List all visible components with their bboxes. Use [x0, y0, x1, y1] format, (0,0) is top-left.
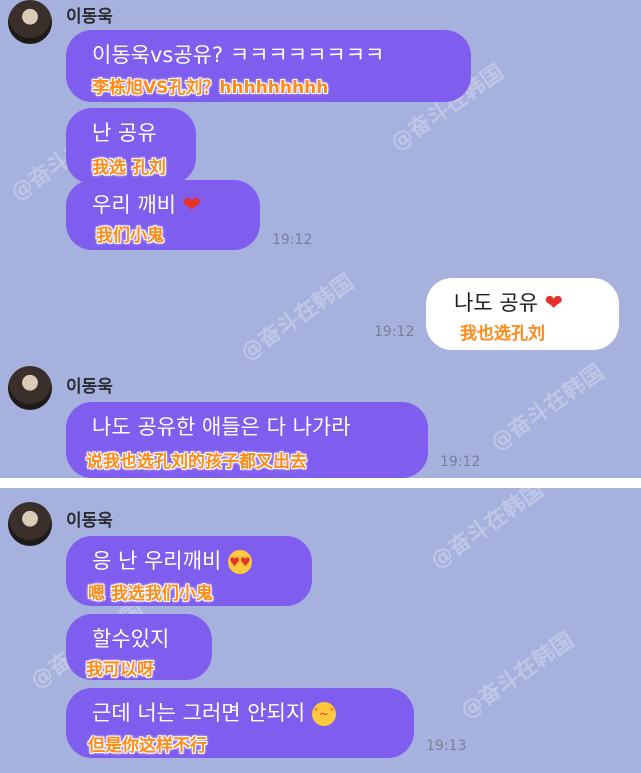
chat-panel-2: @奋斗在韩国 @奋斗在韩国 @奋斗在韩国 이동욱 응 난 우리깨비 ♥♥ 嗯 我… [0, 488, 641, 773]
avatar[interactable] [8, 366, 52, 410]
sender-name: 이동욱 [66, 7, 113, 27]
message-translation: 说我也选孔刘的孩子都叉出去 [86, 452, 307, 472]
red-heart-emoji-icon: ❤ [544, 291, 564, 316]
message-text: 나도 공유 [454, 291, 538, 315]
avatar[interactable] [8, 502, 52, 546]
message-text: 나도 공유한 애들은 다 나가라 [92, 415, 351, 439]
message-translation: 但是你这样不行 [88, 736, 207, 756]
timestamp: 19:12 [374, 324, 415, 340]
message-translation: 嗯 我选我们小鬼 [88, 584, 213, 604]
message-translation: 李栋旭VS孔刘？hhhhhhhhh [92, 78, 329, 98]
message-bubble[interactable]: 할수있지 我可以呀 [66, 614, 212, 680]
message-bubble[interactable]: 이동욱vs공유? ㅋㅋㅋㅋㅋㅋㅋㅋ 李栋旭VS孔刘？hhhhhhhhh [66, 30, 471, 102]
message-bubble[interactable]: 응 난 우리깨비 ♥♥ 嗯 我选我们小鬼 [66, 536, 312, 606]
watermark: @奋斗在韩国 [456, 627, 579, 725]
message-text: 근데 너는 그러면 안되지 [92, 701, 306, 725]
red-heart-emoji-icon: ❤ [182, 193, 202, 218]
message-bubble[interactable]: 나도 공유한 애들은 다 나가라 说我也选孔刘的孩子都叉出去 [66, 402, 428, 478]
message-bubble[interactable]: 난 공유 我选 孔刘 [66, 108, 196, 184]
heart-eyes-emoji-icon: ♥♥ [227, 550, 252, 574]
avatar[interactable] [8, 0, 52, 44]
timestamp: 19:12 [440, 454, 481, 470]
watermark: @奋斗在韩国 [236, 269, 359, 367]
message-translation: 我也选孔刘 [460, 324, 545, 344]
sender-name: 이동욱 [66, 511, 113, 531]
watermark: @奋斗在韩国 [426, 488, 549, 575]
huffing-face-emoji-icon: ˇ~ˇ [311, 702, 336, 726]
screenshot-divider [0, 478, 641, 488]
timestamp: 19:12 [272, 232, 313, 248]
message-text: 우리 깨비 [92, 193, 176, 217]
watermark: @奋斗在韩国 [486, 359, 609, 457]
message-bubble[interactable]: 우리 깨비 ❤ 我们小鬼 [66, 180, 260, 250]
timestamp: 19:13 [426, 738, 467, 754]
message-text: 할수있지 [92, 627, 170, 651]
message-text: 응 난 우리깨비 [92, 549, 222, 573]
my-message-bubble[interactable]: 나도 공유 ❤ 我也选孔刘 [426, 278, 619, 350]
chat-panel-1: @奋斗在韩国 @奋斗在韩国 @奋斗在韩国 @奋斗在韩国 이동욱 이동욱vs공유?… [0, 0, 641, 478]
message-translation: 我们小鬼 [96, 226, 164, 246]
message-translation: 我可以呀 [86, 660, 154, 680]
message-bubble[interactable]: 근데 너는 그러면 안되지 ˇ~ˇ 但是你这样不行 [66, 688, 414, 758]
message-translation: 我选 孔刘 [92, 158, 166, 178]
sender-name: 이동욱 [66, 377, 113, 397]
message-text: 이동욱vs공유? ㅋㅋㅋㅋㅋㅋㅋㅋ [92, 43, 385, 67]
message-text: 난 공유 [92, 121, 157, 145]
